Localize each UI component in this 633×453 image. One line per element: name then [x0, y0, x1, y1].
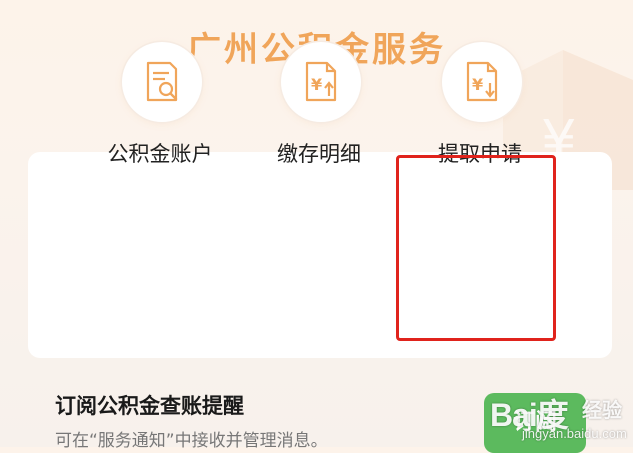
service-deposit-detail-label: 缴存明细: [277, 142, 361, 166]
subscribe-description: 可在“服务通知”中接收并管理消息。: [55, 431, 328, 451]
yuan-document-upload-icon: ¥: [281, 42, 361, 122]
svg-text:¥: ¥: [311, 75, 322, 94]
subscribe-title: 订阅公积金查账提醒: [55, 394, 244, 418]
highlight-box: [396, 155, 556, 341]
yuan-document-download-icon: ¥: [442, 42, 522, 122]
service-account[interactable]: 公积金账户: [90, 0, 230, 206]
service-deposit-detail[interactable]: ¥ 缴存明细: [249, 0, 389, 206]
watermark-brand: 经验: [582, 400, 622, 422]
document-search-icon: [122, 42, 202, 122]
service-account-label: 公积金账户: [107, 142, 213, 166]
svg-text:¥: ¥: [472, 75, 483, 94]
subscribe-button[interactable]: 订阅: [484, 393, 586, 453]
